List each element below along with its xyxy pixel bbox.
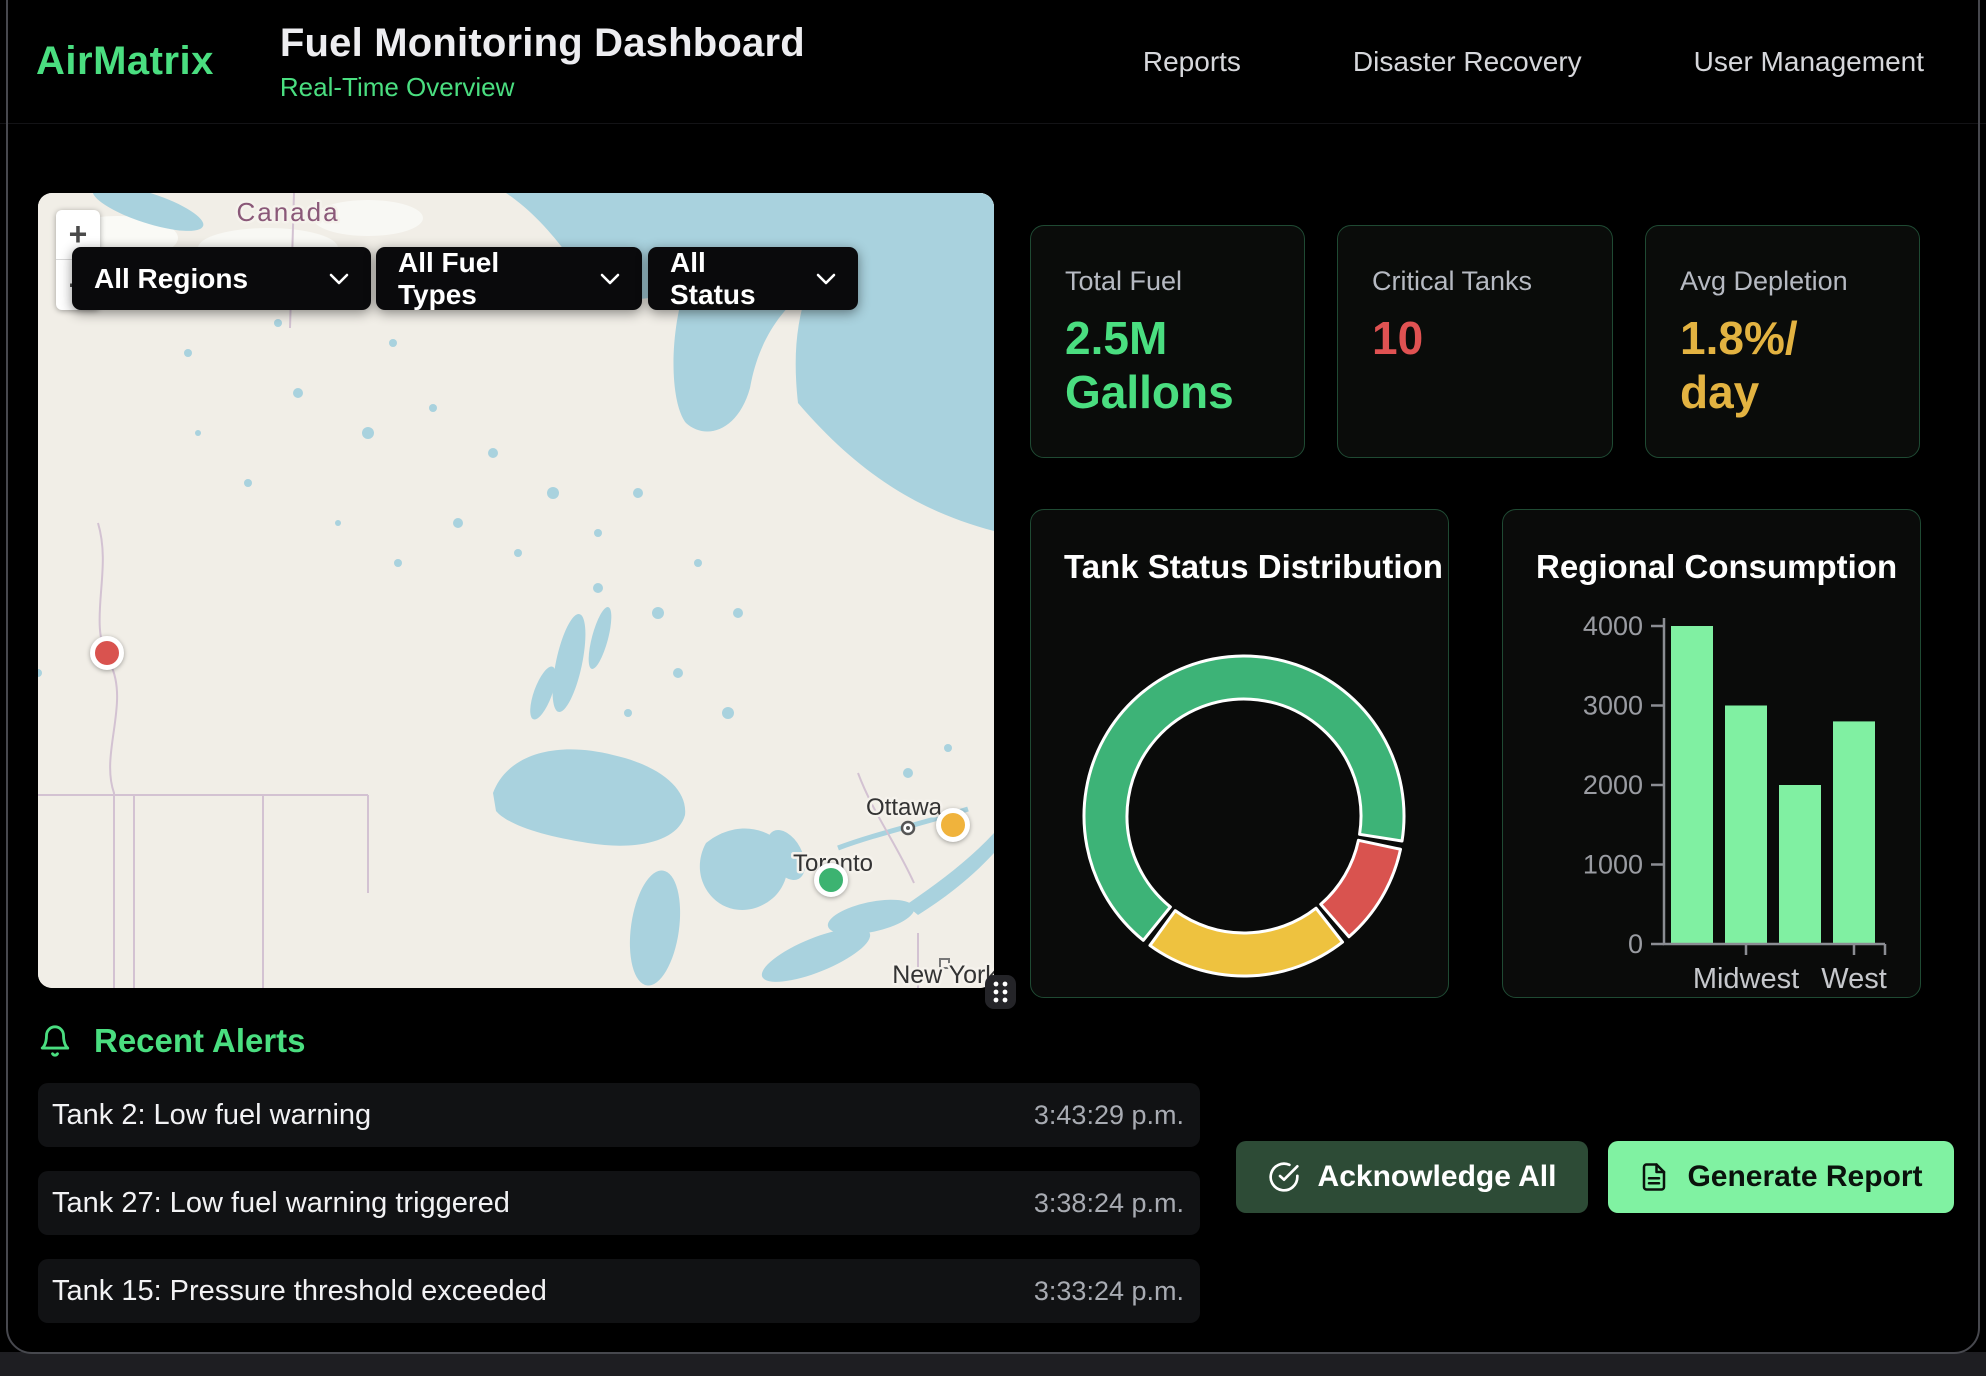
generate-report-button[interactable]: Generate Report <box>1608 1141 1954 1213</box>
filter-regions-value: All Regions <box>94 263 248 295</box>
alert-timestamp: 3:38:24 p.m. <box>1034 1188 1184 1219</box>
map-label-new-york: New York <box>892 961 994 988</box>
acknowledge-all-label: Acknowledge All <box>1318 1160 1557 1194</box>
alert-row: Tank 15: Pressure threshold exceeded 3:3… <box>38 1259 1200 1323</box>
alert-message: Tank 27: Low fuel warning triggered <box>52 1187 510 1220</box>
nav-user-management[interactable]: User Management <box>1694 46 1924 78</box>
stat-card-total-fuel: Total Fuel 2.5M Gallons <box>1030 225 1305 458</box>
stat-value: 10 <box>1372 311 1578 365</box>
stat-card-critical-tanks: Critical Tanks 10 <box>1337 225 1613 458</box>
regional-consumption-card: Regional Consumption 01000200030004000Mi… <box>1502 509 1921 998</box>
tank-status-donut <box>1031 510 1450 999</box>
alerts-title: Recent Alerts <box>94 1022 306 1060</box>
normal-tank-marker[interactable] <box>814 863 848 897</box>
filter-status-value: All Status <box>670 247 798 311</box>
page-subtitle: Real-Time Overview <box>280 72 805 103</box>
generate-report-label: Generate Report <box>1687 1160 1922 1194</box>
window-bottom-bar <box>0 1352 1986 1376</box>
page-title: Fuel Monitoring Dashboard <box>280 21 805 66</box>
stat-value-line1: 2.5M <box>1065 311 1270 365</box>
acknowledge-all-button[interactable]: Acknowledge All <box>1236 1141 1588 1213</box>
map-label-canada: Canada <box>236 197 339 227</box>
main-nav: Reports Disaster Recovery User Managemen… <box>1143 46 1924 78</box>
map-base: Canada Ottawa Toronto New York <box>38 193 994 988</box>
alert-row: Tank 27: Low fuel warning triggered 3:38… <box>38 1171 1200 1235</box>
svg-text:3000: 3000 <box>1583 691 1643 721</box>
stat-value-line1: 10 <box>1372 311 1578 365</box>
chevron-down-icon <box>816 273 836 285</box>
ottawa-city-dot-center <box>906 826 910 830</box>
stat-value: 2.5M Gallons <box>1065 311 1270 420</box>
app-header: AirMatrix Fuel Monitoring Dashboard Real… <box>0 0 1986 124</box>
grip-dots-icon <box>990 980 1011 1004</box>
fuel-map[interactable]: Canada Ottawa Toronto New York + − All R… <box>38 193 994 988</box>
map-panel: Canada Ottawa Toronto New York + − All R… <box>38 193 994 988</box>
svg-text:0: 0 <box>1628 929 1643 959</box>
map-label-ottawa: Ottawa <box>866 794 943 821</box>
alert-row: Tank 2: Low fuel warning 3:43:29 p.m. <box>38 1083 1200 1147</box>
regional-consumption-chart: 0 1000 2000 3000 4000 Midwest West <box>1503 510 1922 999</box>
stat-value-line1: 1.8%/ <box>1680 311 1885 365</box>
nav-disaster-recovery[interactable]: Disaster Recovery <box>1353 46 1582 78</box>
alerts-header: Recent Alerts <box>38 1022 306 1060</box>
chevron-down-icon <box>329 273 349 285</box>
filter-status-dropdown[interactable]: All Status <box>648 247 858 310</box>
stat-label: Total Fuel <box>1065 266 1270 297</box>
svg-text:4000: 4000 <box>1583 611 1643 641</box>
stat-card-avg-depletion: Avg Depletion 1.8%/ day <box>1645 225 1920 458</box>
alert-timestamp: 3:33:24 p.m. <box>1034 1276 1184 1307</box>
filter-fuel-types-value: All Fuel Types <box>398 247 582 311</box>
alert-timestamp: 3:43:29 p.m. <box>1034 1100 1184 1131</box>
app-logo[interactable]: AirMatrix <box>36 39 214 84</box>
stat-value-line2: Gallons <box>1065 365 1270 419</box>
check-circle-icon <box>1268 1161 1300 1193</box>
resize-handle[interactable] <box>985 975 1016 1009</box>
tank-status-card: Tank Status Distribution <box>1030 509 1449 998</box>
svg-text:1000: 1000 <box>1583 850 1643 880</box>
critical-tank-marker[interactable] <box>90 636 124 670</box>
filter-regions-dropdown[interactable]: All Regions <box>72 247 371 310</box>
svg-text:West: West <box>1821 963 1887 995</box>
svg-text:Midwest: Midwest <box>1693 963 1799 995</box>
report-document-icon <box>1639 1162 1669 1192</box>
nav-reports[interactable]: Reports <box>1143 46 1241 78</box>
chevron-down-icon <box>600 273 620 285</box>
alert-message: Tank 15: Pressure threshold exceeded <box>52 1275 547 1308</box>
stat-value-line2: day <box>1680 365 1885 419</box>
bell-icon <box>38 1023 72 1059</box>
stat-label: Critical Tanks <box>1372 266 1578 297</box>
stat-value: 1.8%/ day <box>1680 311 1885 420</box>
alert-message: Tank 2: Low fuel warning <box>52 1099 371 1132</box>
filter-fuel-types-dropdown[interactable]: All Fuel Types <box>376 247 642 310</box>
warning-tank-marker[interactable] <box>936 808 970 842</box>
title-block: Fuel Monitoring Dashboard Real-Time Over… <box>280 21 805 103</box>
svg-text:2000: 2000 <box>1583 770 1643 800</box>
stat-label: Avg Depletion <box>1680 266 1885 297</box>
